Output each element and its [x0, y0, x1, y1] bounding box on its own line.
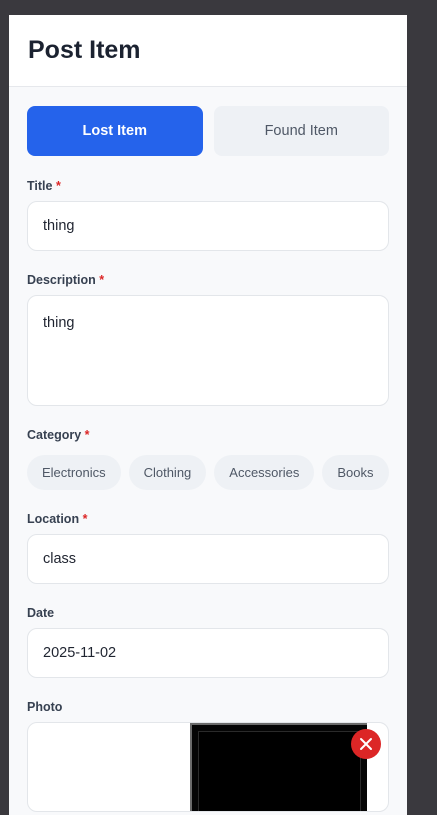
location-label-text: Location [27, 512, 80, 526]
photo-label: Photo [27, 700, 389, 714]
required-mark: * [99, 273, 105, 287]
title-input-value: thing [43, 218, 75, 234]
category-label: Category * [27, 428, 389, 442]
location-label: Location * [27, 512, 389, 526]
location-input-value: class [43, 551, 77, 567]
category-chip-accessories[interactable]: Accessories [214, 455, 315, 490]
page-header: Post Item [9, 15, 407, 87]
category-chips: Electronics Clothing Accessories Books [27, 455, 389, 490]
description-label-text: Description [27, 273, 96, 287]
lost-item-button[interactable]: Lost Item [27, 106, 203, 156]
required-mark: * [55, 179, 61, 193]
form-content: Lost Item Found Item Title * thing Descr… [9, 87, 407, 812]
title-label-text: Title [27, 179, 53, 193]
title-label: Title * [27, 179, 389, 193]
description-textarea[interactable]: thing [27, 295, 389, 406]
description-value: thing [43, 315, 75, 331]
category-chip-books[interactable]: Books [322, 455, 389, 490]
close-icon [360, 738, 372, 750]
required-mark: * [82, 512, 88, 526]
found-item-button[interactable]: Found Item [213, 106, 389, 156]
date-label-text: Date [27, 606, 55, 620]
title-input[interactable]: thing [27, 201, 389, 251]
item-type-toggle: Lost Item Found Item [27, 106, 389, 156]
location-input[interactable]: class [27, 534, 389, 584]
photo-thumbnail [190, 723, 367, 811]
category-label-text: Category [27, 428, 82, 442]
date-input-value: 2025-11-02 [43, 645, 117, 661]
date-label: Date [27, 606, 389, 620]
category-chip-electronics[interactable]: Electronics [27, 455, 121, 490]
date-input[interactable]: 2025-11-02 [27, 628, 389, 678]
photo-preview [27, 722, 389, 812]
page-title: Post Item [28, 36, 141, 64]
remove-photo-button[interactable] [351, 729, 381, 759]
post-item-panel: Post Item Lost Item Found Item Title * t… [9, 15, 407, 815]
photo-label-text: Photo [27, 700, 63, 714]
description-label: Description * [27, 273, 389, 287]
required-mark: * [84, 428, 90, 442]
category-chip-clothing[interactable]: Clothing [128, 455, 207, 490]
